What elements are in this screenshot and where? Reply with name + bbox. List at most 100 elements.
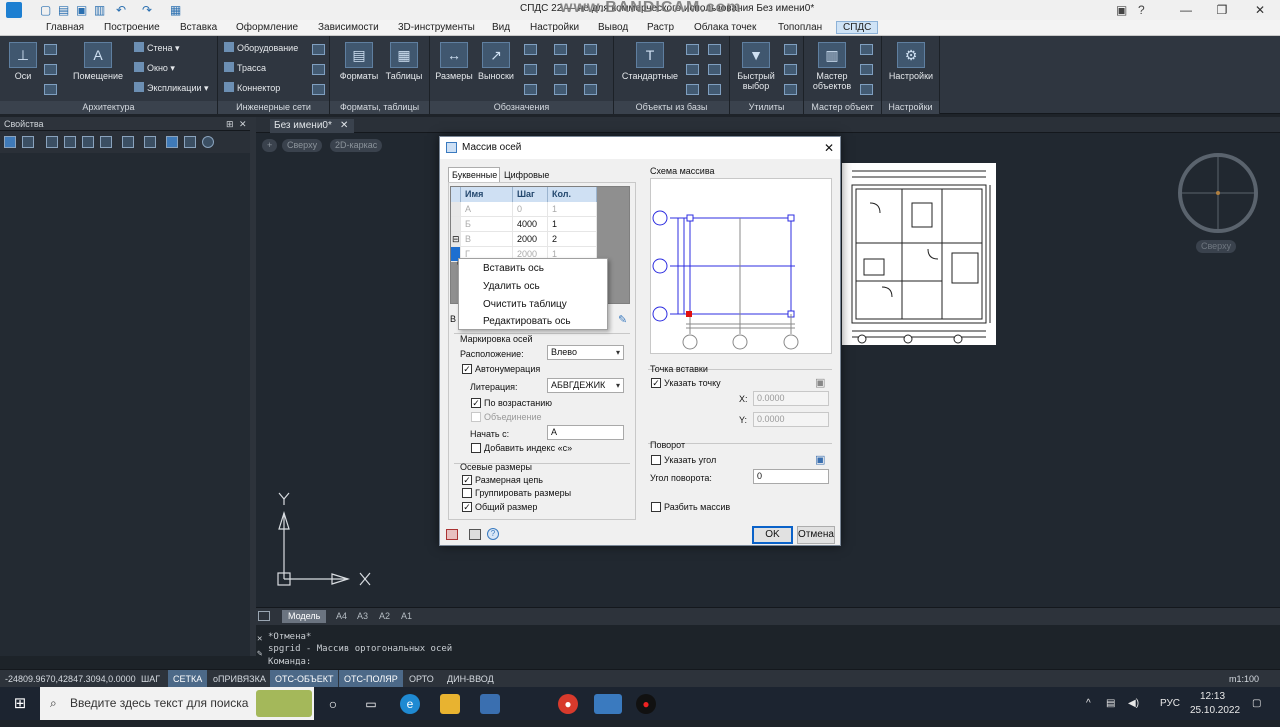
- panel-title-objects[interactable]: Объекты из базы: [614, 101, 729, 114]
- layout-tab-model[interactable]: Модель: [282, 610, 327, 623]
- notation-tool-5-icon[interactable]: [554, 64, 567, 75]
- minimize-button[interactable]: —: [1170, 0, 1202, 20]
- master-tool-1-icon[interactable]: [860, 44, 873, 55]
- notation-tool-6-icon[interactable]: [554, 84, 567, 95]
- objects-tool-6-icon[interactable]: [708, 84, 721, 95]
- spds-settings-button[interactable]: ⚙ Настройки: [886, 42, 936, 81]
- tab-letter-axes[interactable]: Буквенные: [448, 167, 500, 182]
- row-handle[interactable]: [451, 202, 461, 217]
- notifications-icon[interactable]: ▢: [1252, 687, 1261, 720]
- axis-tool-1-icon[interactable]: [44, 44, 57, 55]
- tab-output[interactable]: Вывод: [598, 22, 628, 33]
- panel-title-formats[interactable]: Форматы, таблицы: [330, 101, 429, 114]
- open-file-icon[interactable]: ▤: [58, 3, 69, 17]
- tab-view[interactable]: Вид: [492, 22, 510, 33]
- room-button[interactable]: A Помещение: [70, 42, 126, 81]
- pin-icon[interactable]: ⊞: [226, 117, 234, 131]
- utils-tool-3-icon[interactable]: [784, 84, 797, 95]
- save-as-icon[interactable]: ▥: [94, 3, 105, 17]
- rotation-angle-input[interactable]: 0: [753, 469, 829, 484]
- notation-tool-9-icon[interactable]: [584, 84, 597, 95]
- properties-help-icon[interactable]: [202, 136, 214, 148]
- panel-title-architecture[interactable]: Архитектура: [0, 101, 217, 114]
- start-with-input[interactable]: А: [547, 425, 624, 440]
- properties-close-icon[interactable]: ✕: [239, 117, 247, 131]
- column-header-count[interactable]: Кол.: [548, 187, 597, 202]
- notation-tool-4-icon[interactable]: [554, 44, 567, 55]
- notation-tool-1-icon[interactable]: [524, 44, 537, 55]
- leaders-button[interactable]: ↗ Выноски: [476, 42, 516, 81]
- pick-icon[interactable]: [22, 136, 34, 148]
- clock-date[interactable]: 25.10.2022: [1190, 694, 1240, 727]
- placement-select[interactable]: Влево ▾: [547, 345, 624, 360]
- chrome-icon[interactable]: ●: [558, 694, 578, 714]
- menu-edit-axis[interactable]: Редактировать ось: [459, 313, 607, 330]
- tab-insert[interactable]: Вставка: [180, 22, 217, 33]
- notation-tool-7-icon[interactable]: [584, 44, 597, 55]
- master-tool-2-icon[interactable]: [860, 64, 873, 75]
- add-index-checkbox[interactable]: [471, 443, 481, 453]
- dialog-close-icon[interactable]: ✕: [824, 137, 834, 159]
- axes-button[interactable]: ⊥ Оси: [6, 42, 40, 81]
- save-icon[interactable]: ▣: [76, 3, 87, 17]
- table-cell[interactable]: 2000: [513, 232, 548, 247]
- app-store-icon[interactable]: ▣: [1116, 3, 1127, 17]
- panel-title-master[interactable]: Мастер объект: [804, 101, 881, 114]
- axis-tool-3-icon[interactable]: [44, 84, 57, 95]
- restore-button[interactable]: ❐: [1206, 0, 1238, 20]
- command-close-icon[interactable]: ✕: [257, 634, 262, 644]
- dialog-tool-2-icon[interactable]: [469, 529, 481, 540]
- utils-tool-2-icon[interactable]: [784, 64, 797, 75]
- master-tool-3-icon[interactable]: [860, 84, 873, 95]
- command-prompt[interactable]: Команда:: [268, 657, 311, 667]
- row-collapse-icon[interactable]: ⊟: [451, 232, 461, 247]
- notation-tool-8-icon[interactable]: [584, 64, 597, 75]
- column-header-name[interactable]: Имя: [461, 187, 513, 202]
- layout-tab-a3[interactable]: A3: [357, 611, 368, 621]
- view-name[interactable]: Сверху: [282, 139, 323, 152]
- quick-select-button[interactable]: ▼ Быстрый выбор: [732, 42, 780, 91]
- select-similar-icon[interactable]: [82, 136, 94, 148]
- table-cell[interactable]: 2: [548, 232, 597, 247]
- table-cell[interactable]: 4000: [513, 217, 548, 232]
- nanocad-taskbar-icon[interactable]: [594, 694, 622, 714]
- tray-expand-icon[interactable]: ^: [1086, 687, 1091, 720]
- tab-point-clouds[interactable]: Облака точек: [694, 22, 756, 33]
- undo-icon[interactable]: ↶: [116, 3, 126, 17]
- table-cell[interactable]: Б: [461, 217, 513, 232]
- literation-select[interactable]: АБВГДЕЖИК ▾: [547, 378, 624, 393]
- ascending-checkbox[interactable]: ✓: [471, 398, 481, 408]
- doc-tab-unnamed[interactable]: Без имени0* ✕: [270, 119, 354, 133]
- layout-tab-a1[interactable]: A1: [401, 611, 412, 621]
- pick-point-button-icon[interactable]: ▣: [815, 376, 825, 389]
- viewport-menu[interactable]: +: [262, 139, 278, 152]
- bandicam-icon[interactable]: ●: [636, 694, 656, 714]
- standard-button[interactable]: T Стандартные: [618, 42, 682, 81]
- notation-tool-2-icon[interactable]: [524, 64, 537, 75]
- window-button[interactable]: Окно ▾: [134, 62, 175, 74]
- select-objects-icon[interactable]: [4, 136, 16, 148]
- split-array-checkbox[interactable]: [651, 502, 661, 512]
- help-icon[interactable]: ?: [1138, 3, 1145, 17]
- ok-button[interactable]: OK: [752, 526, 793, 544]
- layout-tab-a2[interactable]: A2: [379, 611, 390, 621]
- volume-icon[interactable]: ◀): [1128, 687, 1139, 720]
- tab-raster[interactable]: Растр: [647, 22, 674, 33]
- dim-chain-checkbox[interactable]: ✓: [462, 475, 472, 485]
- objects-tool-5-icon[interactable]: [708, 64, 721, 75]
- doc-tab-close-icon[interactable]: ✕: [340, 119, 348, 133]
- close-button[interactable]: ✕: [1244, 0, 1276, 20]
- menu-clear-table[interactable]: Очистить таблицу: [459, 296, 607, 313]
- filter-select-icon[interactable]: [100, 136, 112, 148]
- annotation-scale[interactable]: m1:100: [1224, 670, 1264, 688]
- tab-constraints[interactable]: Зависимости: [318, 22, 379, 33]
- redo-icon[interactable]: ↷: [142, 3, 152, 17]
- tab-digit-axes[interactable]: Цифровые: [500, 169, 550, 182]
- visual-style[interactable]: 2D-каркас: [330, 139, 383, 152]
- table-cell[interactable]: 1: [548, 217, 597, 232]
- dimensions-button[interactable]: ↔ Размеры: [434, 42, 474, 81]
- formats-button[interactable]: ▤ Форматы: [338, 42, 380, 81]
- language-indicator[interactable]: РУС: [1160, 687, 1180, 720]
- tab-topoplan[interactable]: Топоплан: [778, 22, 822, 33]
- utils-tool-1-icon[interactable]: [784, 44, 797, 55]
